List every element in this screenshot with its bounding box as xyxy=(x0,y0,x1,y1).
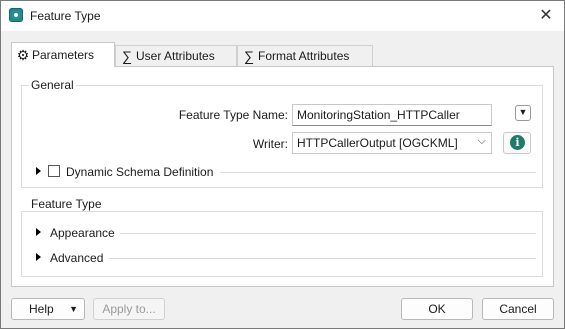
info-icon: i xyxy=(510,135,525,150)
name-options-button[interactable]: ▼ xyxy=(515,105,531,121)
ok-label: OK xyxy=(428,302,446,316)
app-icon xyxy=(9,8,23,22)
help-button[interactable]: Help ▼ xyxy=(11,298,85,320)
gear-icon: ⚙ xyxy=(16,47,30,63)
feature-type-name-label: Feature Type Name: xyxy=(178,108,288,122)
chevron-down-icon: ⌵ xyxy=(477,135,486,147)
expand-arrow-icon[interactable] xyxy=(36,167,41,175)
apply-to-label: Apply to... xyxy=(102,302,156,316)
tab-label: Format Attributes xyxy=(258,49,350,63)
tab-parameters[interactable]: ⚙ Parameters xyxy=(11,42,115,67)
cancel-label: Cancel xyxy=(499,302,537,316)
divider xyxy=(109,258,536,259)
chevron-down-icon: ▼ xyxy=(518,107,528,117)
tab-label: User Attributes xyxy=(136,49,215,63)
parameters-panel: General Feature Type Name: ▼ Writer: HTT… xyxy=(11,66,554,287)
writer-value: HTTPCallerOutput [OGCKML] xyxy=(297,136,458,150)
feature-type-dialog: Feature Type ✕ ⚙ Parameters ∑ User Attri… xyxy=(0,0,565,329)
sigma-icon: ∑ xyxy=(244,48,254,64)
writer-select[interactable]: HTTPCallerOutput [OGCKML] ⌵ xyxy=(292,132,492,154)
tab-format-attributes[interactable]: ∑ Format Attributes xyxy=(237,45,373,66)
feature-type-group-title: Feature Type xyxy=(29,197,104,211)
feature-type-name-input[interactable] xyxy=(292,104,492,126)
advanced-section-label[interactable]: Advanced xyxy=(50,251,103,265)
tab-label: Parameters xyxy=(32,48,95,62)
sigma-icon: ∑ xyxy=(122,48,132,64)
cancel-button[interactable]: Cancel xyxy=(482,298,554,320)
feature-type-group xyxy=(21,211,543,277)
writer-label: Writer: xyxy=(252,137,288,151)
close-button[interactable]: ✕ xyxy=(532,3,560,29)
dynamic-schema-checkbox[interactable] xyxy=(48,165,60,177)
dynamic-schema-label: Dynamic Schema Definition xyxy=(66,165,214,179)
expand-arrow-icon[interactable] xyxy=(36,253,41,261)
title-bar: Feature Type ✕ xyxy=(1,1,564,31)
apply-to-button[interactable]: Apply to... xyxy=(93,298,165,320)
expand-arrow-icon[interactable] xyxy=(36,228,41,236)
window-title: Feature Type xyxy=(30,9,101,23)
chevron-down-icon: ▼ xyxy=(69,304,78,314)
close-icon: ✕ xyxy=(539,7,553,24)
divider xyxy=(220,172,536,173)
writer-info-button[interactable]: i xyxy=(503,132,531,154)
divider xyxy=(120,233,536,234)
help-label: Help xyxy=(29,302,54,316)
general-group-title: General xyxy=(29,78,76,92)
appearance-section-label[interactable]: Appearance xyxy=(50,226,115,240)
tab-user-attributes[interactable]: ∑ User Attributes xyxy=(115,45,237,66)
ok-button[interactable]: OK xyxy=(401,298,473,320)
